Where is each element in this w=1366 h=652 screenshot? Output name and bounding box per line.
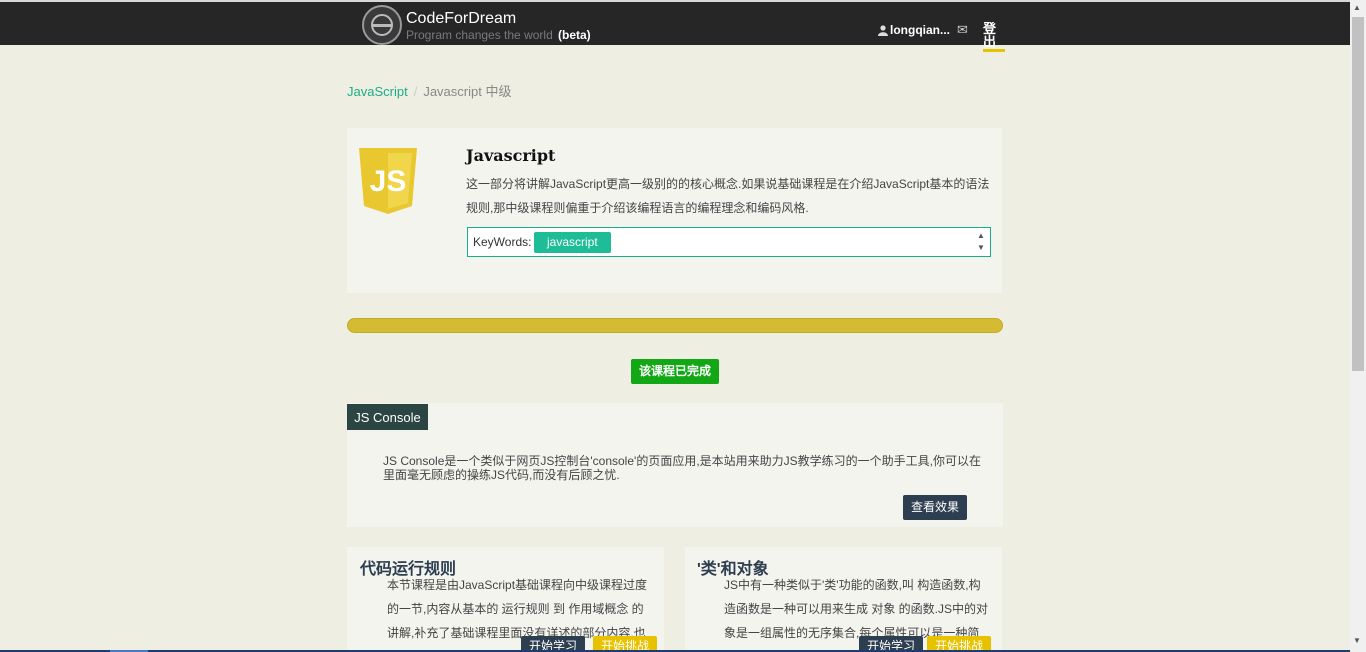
breadcrumb: JavaScript / Javascript 中级 xyxy=(347,81,511,100)
username: longqian... xyxy=(890,23,950,37)
course-description: 这一部分将讲解JavaScript更高一级别的的核心概念.如果说基础课程是在介绍… xyxy=(466,177,990,215)
lesson-description: JS中有一种类似于'类'功能的函数,叫 构造函数,构造函数是一种可以用来生成 对… xyxy=(724,578,989,640)
course-completed-button[interactable]: 该课程已完成 xyxy=(631,359,719,384)
keywords-label: KeyWords: xyxy=(473,235,532,249)
breadcrumb-javascript-link[interactable]: JavaScript xyxy=(347,84,408,99)
keywords-field[interactable]: KeyWords: javascript ▲ ▼ xyxy=(467,227,991,257)
course-progress-bar xyxy=(347,318,1003,333)
logout-link[interactable]: 登出 xyxy=(983,22,1005,52)
course-title: Javascript xyxy=(466,146,556,165)
spinner-up-icon[interactable]: ▲ xyxy=(975,230,987,242)
js-logo-text: JS xyxy=(370,165,407,198)
spinner-down-icon[interactable]: ▼ xyxy=(975,242,987,254)
top-navbar: CodeForDream Program changes the world (… xyxy=(0,0,1350,52)
keywords-spinner[interactable]: ▲ ▼ xyxy=(975,230,987,254)
breadcrumb-current: Javascript 中级 xyxy=(423,84,512,99)
lesson-card: '类'和对象 JS中有一种类似于'类'功能的函数,叫 构造函数,构造函数是一种可… xyxy=(685,547,1002,652)
brand-name[interactable]: CodeForDream xyxy=(406,10,516,28)
js-console-description: JS Console是一个类似于网页JS控制台'console'的页面应用,是本… xyxy=(383,454,981,482)
view-effect-button[interactable]: 查看效果 xyxy=(903,495,967,520)
breadcrumb-separator: / xyxy=(413,84,418,99)
logo-icon[interactable] xyxy=(362,5,402,45)
keyword-tag[interactable]: javascript xyxy=(534,232,611,253)
mail-icon[interactable]: ✉ xyxy=(957,22,968,38)
js-console-tab: JS Console xyxy=(347,404,428,430)
user-icon xyxy=(878,24,888,36)
js-logo-icon: JS xyxy=(359,148,417,214)
lesson-card: 代码运行规则 本节课程是由JavaScript基础课程向中级课程过度的一节,内容… xyxy=(347,547,664,652)
scrollbar-thumb[interactable] xyxy=(1352,17,1364,371)
scroll-up-arrow-icon[interactable]: ▲ xyxy=(1353,3,1361,12)
user-menu[interactable]: longqian... xyxy=(878,23,950,37)
beta-label: (beta) xyxy=(558,28,591,42)
brand-slogan: Program changes the world xyxy=(406,28,553,42)
scroll-down-arrow-icon[interactable]: ▼ xyxy=(1353,636,1361,645)
